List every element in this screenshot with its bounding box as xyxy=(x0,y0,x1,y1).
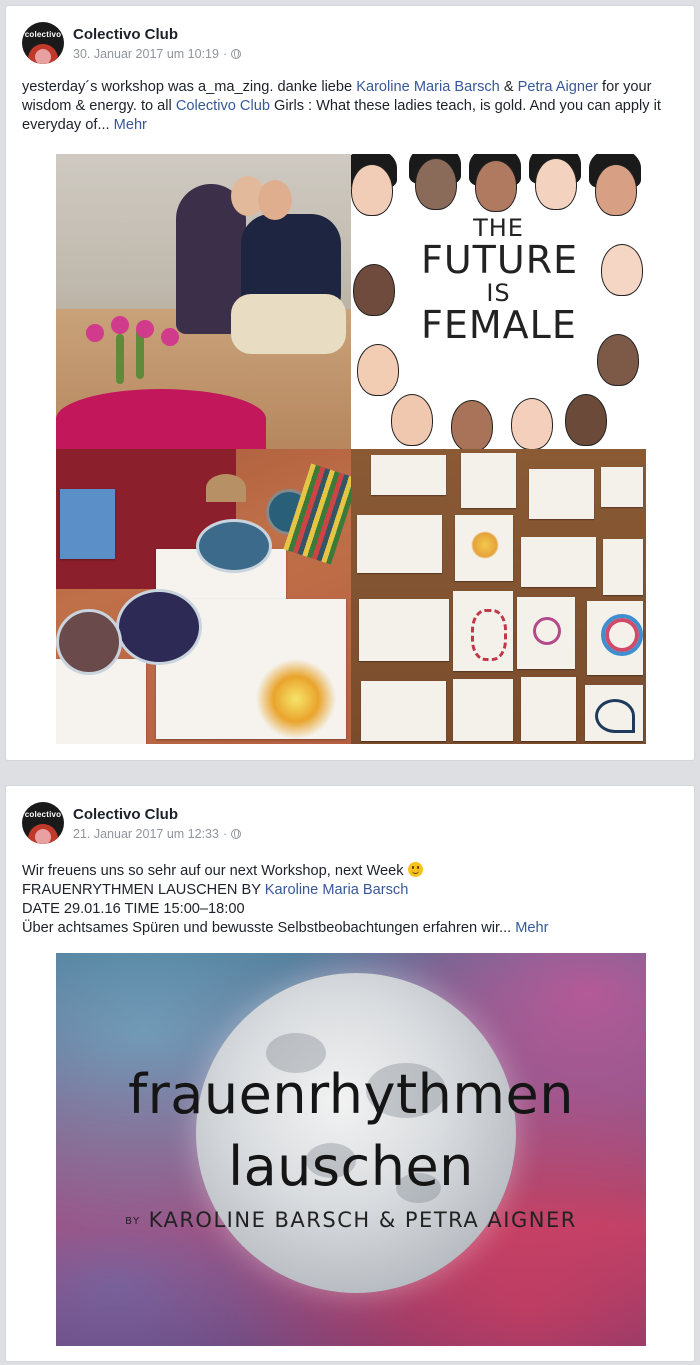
see-more-link[interactable]: Mehr xyxy=(114,117,147,133)
post-text-segment: yesterday´s workshop was a_ma_zing. dank… xyxy=(22,79,357,95)
photo-drawing xyxy=(371,455,446,495)
photo-workshop-women[interactable] xyxy=(56,154,351,449)
poster-text-line: FEMALE xyxy=(421,303,577,348)
drawing-mark xyxy=(533,617,561,645)
poster-illustration xyxy=(597,334,639,386)
poster-illustration xyxy=(475,160,517,212)
feed-post-1: colectivo Colectivo Club 30. Januar 2017… xyxy=(5,5,695,761)
page-avatar[interactable]: colectivo xyxy=(22,802,64,844)
meta-separator: · xyxy=(222,47,228,61)
banner-by: BY xyxy=(125,1216,141,1227)
photo-person-pants xyxy=(231,294,346,354)
avatar-logo-shape-inner xyxy=(35,49,51,64)
meta-separator: · xyxy=(222,827,228,841)
post-text-line: FRAUENRYTHMEN LAUSCHEN BY Karoline Maria… xyxy=(22,881,680,900)
photo-disc xyxy=(56,609,122,675)
photo-drawing xyxy=(529,469,594,519)
photo-drawing xyxy=(521,537,596,587)
photo-flowers xyxy=(76,316,196,384)
banner-authors: BY KAROLINE BARSCH & PETRA AIGNER xyxy=(56,1208,646,1232)
poster-illustration xyxy=(353,264,395,316)
mention-karoline-link[interactable]: Karoline Maria Barsch xyxy=(356,79,500,95)
poster-illustration xyxy=(415,158,457,210)
banner-moon xyxy=(196,973,516,1293)
post-meta: 21. Januar 2017 um 12:33 · xyxy=(73,827,242,841)
globe-icon[interactable] xyxy=(231,829,242,839)
photo-person-head xyxy=(258,180,292,220)
drawing-mark xyxy=(471,609,507,661)
photo-disc xyxy=(196,519,272,573)
post-text-segment: & xyxy=(499,79,518,95)
poster-illustration xyxy=(451,400,493,449)
post-text-segment: Über achtsames Spüren und bewusste Selbs… xyxy=(22,920,512,936)
event-banner-image[interactable]: frauenrhythmen lauschen BY KAROLINE BARSC… xyxy=(56,953,646,1346)
page-name-link[interactable]: Colectivo Club xyxy=(73,806,178,823)
poster-illustration xyxy=(357,344,399,396)
post-header: colectivo Colectivo Club 30. Januar 2017… xyxy=(6,6,694,66)
post-text-segment: FRAUENRYTHMEN LAUSCHEN BY xyxy=(22,882,265,898)
photo-drawing xyxy=(603,539,643,595)
drawing-mark xyxy=(595,699,635,733)
feed-post-2: colectivo Colectivo Club 21. Januar 2017… xyxy=(5,785,695,1362)
photo-drawings-on-floor[interactable] xyxy=(351,449,646,744)
photo-drawing xyxy=(359,599,449,661)
photo-card xyxy=(60,489,115,559)
post-timestamp[interactable]: 30. Januar 2017 um 10:19 xyxy=(73,47,219,61)
drawing-mark xyxy=(601,614,643,656)
post-timestamp[interactable]: 21. Januar 2017 um 12:33 xyxy=(73,827,219,841)
post-text: Wir freuens uns so sehr auf our next Wor… xyxy=(22,862,680,938)
drawing-mark xyxy=(471,531,499,559)
photo-drawing xyxy=(601,467,643,507)
flower-bloom xyxy=(86,324,104,342)
poster-illustration xyxy=(511,398,553,449)
page-avatar[interactable]: colectivo xyxy=(22,22,64,64)
flower-bloom xyxy=(111,316,129,334)
photo-disc xyxy=(116,589,202,665)
smile-emoji-icon xyxy=(407,862,423,877)
poster-illustration xyxy=(565,394,607,446)
poster-illustration xyxy=(351,164,393,216)
photo-drawing-sunburst xyxy=(256,659,336,739)
post-text: yesterday´s workshop was a_ma_zing. dank… xyxy=(22,78,680,135)
photo-drawing xyxy=(461,453,516,508)
banner-title-line: lauschen xyxy=(228,1135,474,1198)
photo-pink-cloth xyxy=(56,389,266,449)
post-meta: 30. Januar 2017 um 10:19 · xyxy=(73,47,242,61)
page-name-link[interactable]: Colectivo Club xyxy=(73,26,178,43)
photo-cards-and-discs[interactable] xyxy=(56,449,351,744)
avatar-logo-text: colectivo xyxy=(24,30,62,39)
post-text-line: DATE 29.01.16 TIME 15:00–18:00 xyxy=(22,901,245,917)
photo-shell xyxy=(206,474,246,502)
mention-colectivo-link[interactable]: Colectivo Club xyxy=(176,98,270,114)
flower-bloom xyxy=(136,320,154,338)
photo-drawing xyxy=(357,515,442,573)
flower-stem xyxy=(116,334,124,384)
photo-crayons xyxy=(283,463,351,565)
banner-title-line: frauenrhythmen xyxy=(128,1063,574,1126)
avatar-logo-shape-inner xyxy=(35,829,51,844)
poster-illustration xyxy=(535,158,577,210)
photo-drawing xyxy=(453,679,513,741)
post-text-line: Wir freuens uns so sehr auf our next Wor… xyxy=(22,862,680,881)
mention-petra-link[interactable]: Petra Aigner xyxy=(518,79,598,95)
banner-authors-text: KAROLINE BARSCH & PETRA AIGNER xyxy=(148,1208,577,1232)
post-text-line: Über achtsames Spüren und bewusste Selbs… xyxy=(22,919,680,938)
post-header: colectivo Colectivo Club 21. Januar 2017… xyxy=(6,786,694,846)
poster-text-line: FUTURE xyxy=(421,238,579,283)
poster-text: THE FUTURE IS FEMALE xyxy=(421,215,579,348)
post-text-segment: Wir freuens uns so sehr auf our next Wor… xyxy=(22,863,404,879)
poster-illustration xyxy=(595,164,637,216)
photo-future-is-female-poster[interactable]: THE FUTURE IS FEMALE xyxy=(351,154,646,449)
globe-icon[interactable] xyxy=(231,49,242,59)
poster-illustration xyxy=(601,244,643,296)
mention-karoline-link[interactable]: Karoline Maria Barsch xyxy=(265,882,409,898)
photo-grid: THE FUTURE IS FEMALE xyxy=(56,154,646,744)
avatar-logo-text: colectivo xyxy=(24,810,62,819)
flower-bloom xyxy=(161,328,179,346)
photo-drawing xyxy=(361,681,446,741)
poster-illustration xyxy=(391,394,433,446)
photo-drawing xyxy=(521,677,576,741)
see-more-link[interactable]: Mehr xyxy=(515,920,548,936)
